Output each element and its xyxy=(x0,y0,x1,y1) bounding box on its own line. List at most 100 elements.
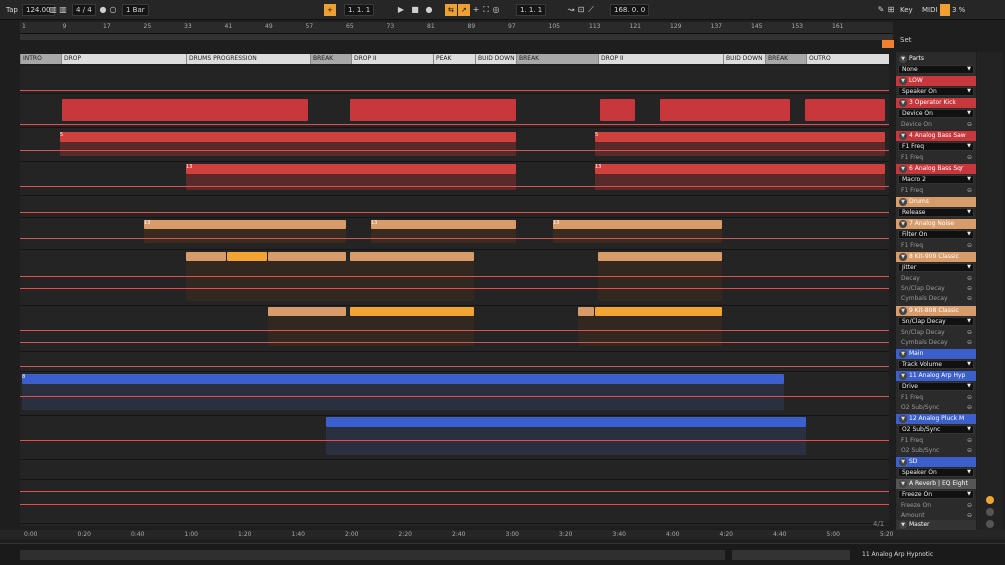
tap-button[interactable]: Tap xyxy=(6,4,18,16)
clip-body[interactable] xyxy=(22,384,784,410)
locator-7[interactable]: BREAK xyxy=(516,54,598,64)
track-header-10[interactable]: ▼ 11 Analog Arp Hyp xyxy=(896,371,976,381)
automation-chooser[interactable]: None xyxy=(898,65,974,74)
track-lane-drums[interactable] xyxy=(20,196,889,218)
locator-strip[interactable]: INTRO DROP DRUMS PROGRESSION BREAK DROP II PE… xyxy=(20,54,889,64)
fold-icon[interactable]: ▼ xyxy=(899,372,907,380)
automation-envelope[interactable] xyxy=(20,366,889,367)
clip[interactable] xyxy=(350,99,516,121)
automation-lane-label[interactable]: O2 Sub/Sync xyxy=(898,403,974,412)
track-header-13[interactable]: ▼ A Reverb | EQ Eight xyxy=(896,479,976,489)
locator-3[interactable]: BREAK xyxy=(310,54,351,64)
automation-lane-label[interactable]: Sn/Clap Decay xyxy=(898,328,974,337)
automation-envelope[interactable] xyxy=(20,124,889,125)
clip-body[interactable] xyxy=(371,229,516,243)
automation-envelope[interactable] xyxy=(20,504,889,505)
clip[interactable] xyxy=(350,252,474,261)
automation-chooser[interactable]: Sn/Clap Decay xyxy=(898,317,974,326)
fold-icon[interactable]: ▼ xyxy=(899,307,907,315)
automation-lane-label[interactable]: F1 Freq xyxy=(898,186,974,195)
fold-icon[interactable]: ▼ xyxy=(899,350,907,358)
clip[interactable] xyxy=(595,307,722,316)
locator-6[interactable]: BUID DOWN xyxy=(475,54,516,64)
fold-icon[interactable]: ▼ xyxy=(899,480,907,488)
clip[interactable] xyxy=(268,252,346,261)
follow-icon[interactable]: ● ○ xyxy=(98,4,118,16)
locator-2[interactable]: DRUMS PROGRESSION xyxy=(186,54,310,64)
arrangement-overview[interactable] xyxy=(20,34,893,40)
automation-chooser[interactable]: Macro 2 xyxy=(898,175,974,184)
automation-envelope[interactable] xyxy=(20,288,889,289)
automation-lane-label[interactable]: Decay xyxy=(898,274,974,283)
track-header-2[interactable]: ▼ 3 Operator Kick xyxy=(896,98,976,108)
clip-body[interactable] xyxy=(595,142,885,156)
automation-envelope[interactable] xyxy=(20,276,889,277)
clip[interactable] xyxy=(600,99,635,121)
automation-chooser[interactable]: F1 Freq xyxy=(898,142,974,151)
overview-scroll[interactable] xyxy=(732,550,850,560)
loop-icons[interactable]: + ⛶ ◎ xyxy=(471,4,501,16)
track-header-12[interactable]: ▼ SD xyxy=(896,457,976,467)
track-header-14[interactable]: ▼ Master xyxy=(896,520,976,530)
metronome-icon[interactable]: ▥ ▥ xyxy=(48,4,68,16)
track-header-1[interactable]: ▼ LOW xyxy=(896,76,976,86)
fold-icon[interactable]: ▼ xyxy=(899,165,907,173)
track-header-3[interactable]: ▼ 4 Analog Bass Saw xyxy=(896,131,976,141)
automation-lane-label[interactable]: F1 Freq xyxy=(898,153,974,162)
automation-chooser[interactable]: Speaker On xyxy=(898,468,974,477)
loop-length-field[interactable]: 168. 0. 0 xyxy=(610,4,650,16)
track-header-6[interactable]: ▼ 7 Analog Noise xyxy=(896,219,976,229)
automation-chooser[interactable]: O2 Sub/Sync xyxy=(898,425,974,434)
time-ruler[interactable]: 0:00 0:20 0:40 1:00 1:20 1:40 2:00 2:20 2:40 3:00… xyxy=(0,530,1005,539)
track-header-9[interactable]: ▼ Main xyxy=(896,349,976,359)
horizontal-scrollbar[interactable] xyxy=(20,550,725,560)
loop-brace-icon[interactable] xyxy=(882,40,894,48)
fold-icon[interactable]: ▼ xyxy=(899,220,907,228)
automation-lane-label[interactable]: Cymbals Decay xyxy=(898,338,974,347)
track-lane-reverb[interactable] xyxy=(20,480,889,524)
locator-10[interactable]: BREAK xyxy=(765,54,806,64)
automation-chooser[interactable]: Freeze On xyxy=(898,490,974,499)
clip[interactable] xyxy=(186,252,226,261)
automation-chooser[interactable]: Release xyxy=(898,208,974,217)
quantize-select[interactable]: 1 Bar xyxy=(122,4,149,16)
track-header-8[interactable]: ▼ 9 Kit-808 Classic xyxy=(896,306,976,316)
play-button[interactable]: ▶ xyxy=(396,4,406,16)
automation-lane-label[interactable]: O2 Sub/Sync xyxy=(898,446,974,455)
automation-chooser[interactable]: Filter On xyxy=(898,230,974,239)
automation-envelope[interactable] xyxy=(20,342,889,343)
clip[interactable]: 13 xyxy=(186,164,516,174)
beat-ruler[interactable]: 1 9 17 25 33 41 49 57 65 73 81 89 97 105 113 121 129 137 1… xyxy=(20,22,893,34)
automation-envelope[interactable] xyxy=(20,330,889,331)
track-header-0[interactable]: ▼ Parts xyxy=(896,54,976,64)
fold-icon[interactable]: ▼ xyxy=(899,198,907,206)
automation-envelope[interactable] xyxy=(20,238,889,239)
automation-chooser[interactable]: Device On xyxy=(898,109,974,118)
fold-icon[interactable]: ▼ xyxy=(899,253,907,261)
signature-field[interactable]: 4 / 4 xyxy=(72,4,96,16)
record-button[interactable]: ● xyxy=(424,4,434,16)
track-header-5[interactable]: ▼ Drums xyxy=(896,197,976,207)
track-header-11[interactable]: ▼ 12 Analog Pluck M xyxy=(896,414,976,424)
clip[interactable] xyxy=(227,252,267,261)
stop-button[interactable]: ■ xyxy=(410,4,420,16)
loop-start-field[interactable]: 1. 1. 1 xyxy=(516,4,547,16)
track-header-4[interactable]: ▼ 6 Analog Bass Sqr xyxy=(896,164,976,174)
clip[interactable] xyxy=(598,252,722,261)
clip-body[interactable] xyxy=(595,174,885,190)
locator-9[interactable]: BUID DOWN xyxy=(723,54,765,64)
fold-icon[interactable]: ▼ xyxy=(899,521,907,529)
locator-11[interactable]: OUTRO xyxy=(806,54,889,64)
automation-chooser[interactable]: Speaker On xyxy=(898,87,974,96)
automation-envelope[interactable] xyxy=(20,186,889,187)
automation-lane-label[interactable]: F1 Freq xyxy=(898,241,974,250)
clip-body[interactable] xyxy=(186,174,516,190)
draw-mode-icon[interactable]: ✎ ⊞ xyxy=(876,4,896,16)
position-field[interactable]: 1. 1. 1 xyxy=(344,4,375,16)
clip-body[interactable] xyxy=(553,229,722,243)
arrangement-view[interactable]: 5 5 13 13 13 13 13 8 xyxy=(20,66,889,526)
zoom-out-icon[interactable] xyxy=(986,520,994,528)
clip-body[interactable] xyxy=(326,427,806,455)
clip[interactable] xyxy=(660,99,790,121)
automation-lane-label[interactable]: Freeze On xyxy=(898,501,974,510)
